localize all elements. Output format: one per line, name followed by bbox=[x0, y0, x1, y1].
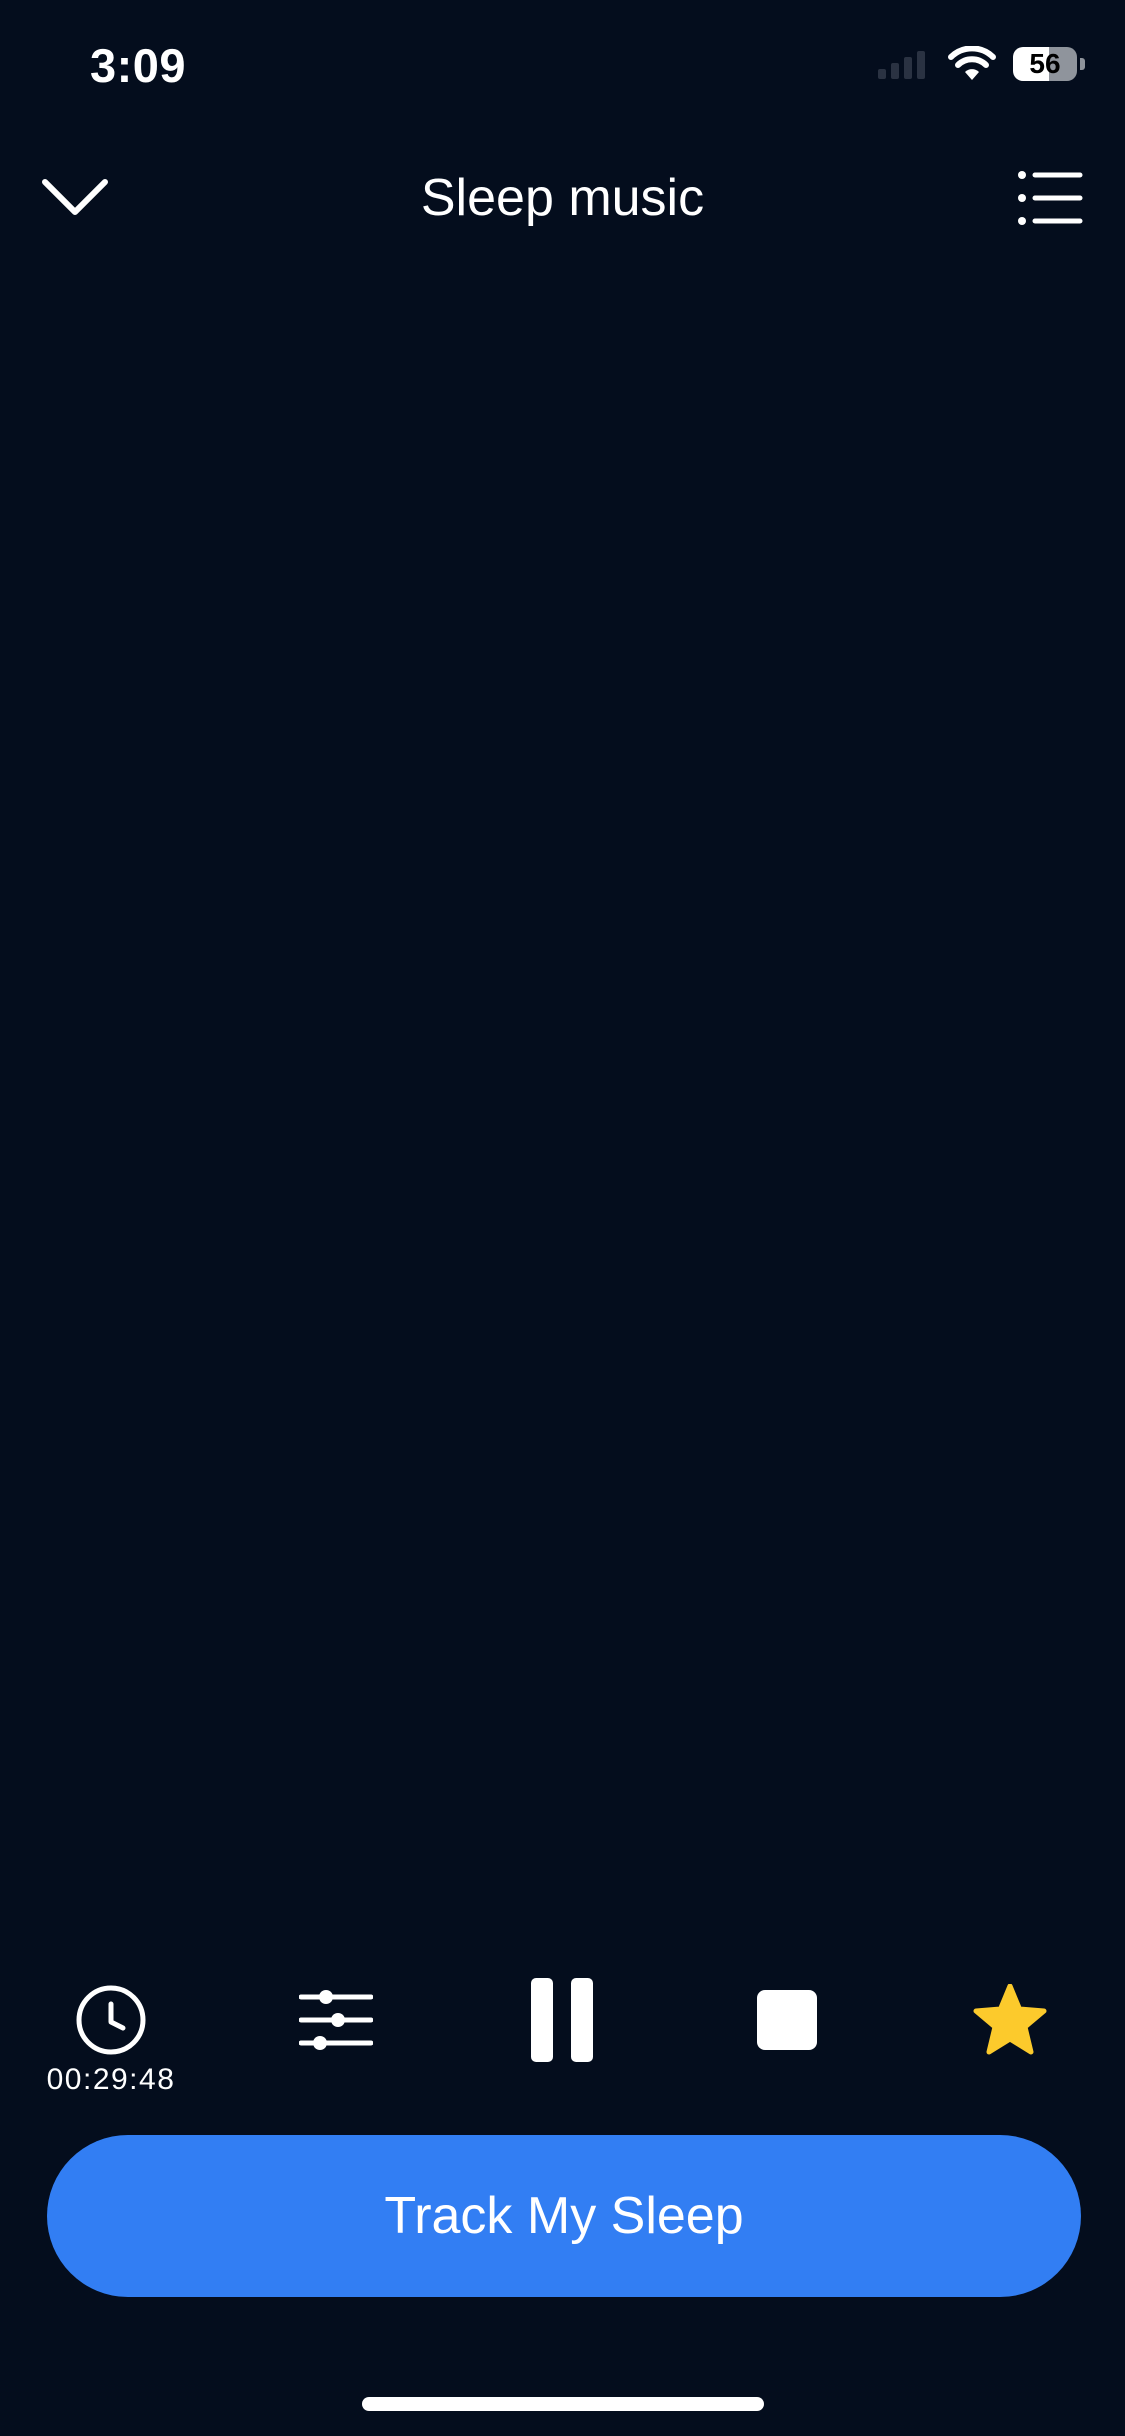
timer-value: 00:29:48 bbox=[46, 2063, 176, 2096]
star-icon bbox=[973, 1984, 1047, 2055]
sound-mixer-button[interactable] bbox=[276, 1975, 396, 2065]
status-time: 3:09 bbox=[90, 39, 187, 92]
pause-icon bbox=[531, 1978, 593, 2062]
header: Sleep music bbox=[0, 150, 1125, 246]
stop-button[interactable] bbox=[727, 1975, 847, 2065]
sleep-timer-button[interactable] bbox=[51, 1975, 171, 2065]
playback-controls: 00:29:48 bbox=[0, 1975, 1125, 2115]
status-indicators: 56 bbox=[878, 46, 1085, 82]
wifi-icon bbox=[948, 46, 996, 80]
favorite-button[interactable] bbox=[950, 1975, 1070, 2065]
sliders-icon bbox=[299, 1990, 373, 2050]
track-my-sleep-button[interactable]: Track My Sleep bbox=[47, 2135, 1081, 2297]
battery-level: 56 bbox=[1029, 48, 1061, 79]
stop-icon bbox=[757, 1990, 817, 2050]
sleep-music-screen: 3:09 56 Sleep music 00:29:48 Track My Sl… bbox=[0, 0, 1125, 2436]
pause-button[interactable] bbox=[502, 1975, 622, 2065]
cellular-signal-icon bbox=[878, 49, 925, 79]
playlist-button[interactable] bbox=[1005, 160, 1095, 236]
home-indicator[interactable] bbox=[362, 2397, 764, 2411]
page-title: Sleep music bbox=[420, 169, 705, 227]
clock-icon bbox=[76, 1985, 146, 2055]
battery-icon: 56 bbox=[1013, 47, 1085, 81]
playlist-icon bbox=[1018, 171, 1083, 225]
